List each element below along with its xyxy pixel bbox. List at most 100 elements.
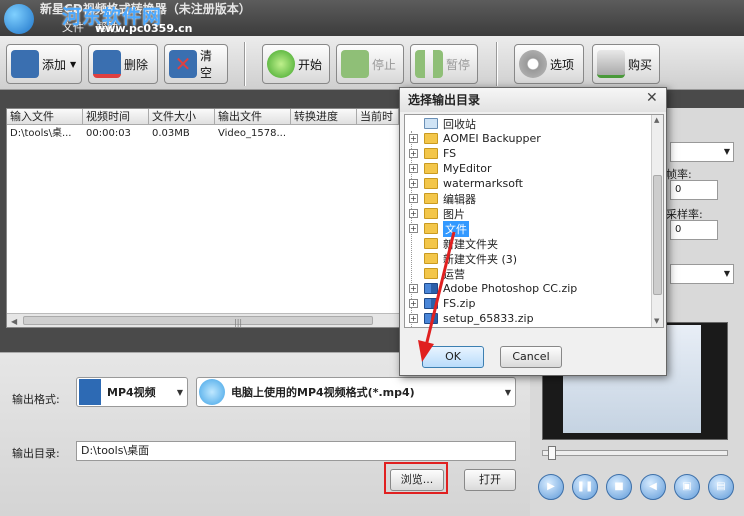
gear-icon [519, 50, 547, 78]
stop-icon[interactable]: ■ [606, 474, 632, 500]
column-input-file[interactable]: 输入文件 [7, 109, 83, 125]
play-icon[interactable]: ▶ [538, 474, 564, 500]
watermark-logo [4, 4, 34, 34]
chevron-down-icon: ▼ [176, 388, 183, 397]
sample-rate-field[interactable]: 0 [670, 220, 718, 240]
file-list[interactable]: 输入文件 视频时间 文件大小 输出文件 转换进度 当前时 D:\tools\桌.… [6, 108, 400, 328]
folder-icon [424, 208, 438, 219]
expand-icon[interactable]: + [409, 194, 418, 203]
column-output-file[interactable]: 输出文件 [215, 109, 291, 125]
seek-slider[interactable] [542, 450, 728, 456]
stop-button[interactable]: 停止 [336, 44, 404, 84]
cancel-button[interactable]: Cancel [500, 346, 562, 368]
cell-output: Video_1578... [218, 128, 287, 139]
format-profile-select[interactable]: 电脑上使用的MP4视频格式(*.mp4) ▼ [196, 377, 516, 407]
expand-icon[interactable]: + [409, 164, 418, 173]
pause-icon[interactable]: ❚❚ [572, 474, 598, 500]
tree-node-label: watermarksoft [443, 177, 523, 190]
recycle-bin-icon [424, 118, 438, 129]
folder-icon [424, 148, 438, 159]
grip-icon: ||| [234, 318, 243, 327]
start-button[interactable]: 开始 [262, 44, 330, 84]
setting-dropdown-2[interactable]: ▼ [670, 264, 734, 284]
pause-label: 暂停 [446, 57, 471, 72]
scrollbar-thumb[interactable]: ||| [23, 316, 373, 327]
tree-node-label: 编辑器 [443, 192, 476, 206]
delete-icon [93, 50, 121, 78]
buy-button[interactable]: 购买 [592, 44, 660, 84]
cell-duration: 00:00:03 [86, 128, 131, 139]
file-list-header: 输入文件 视频时间 文件大小 输出文件 转换进度 当前时 [7, 109, 399, 125]
tree-node[interactable]: + watermarksoft [409, 176, 523, 191]
scrollbar-thumb[interactable] [653, 175, 662, 295]
tree-node[interactable]: 回收站 [409, 116, 476, 131]
profile-icon [199, 379, 225, 405]
expand-icon[interactable]: + [409, 179, 418, 188]
format-select-value: MP4视频 [107, 386, 156, 399]
output-dir-field[interactable]: D:\tools\桌面 [76, 441, 516, 461]
scroll-left-icon[interactable]: ◀ [11, 317, 17, 326]
add-file-icon [11, 50, 39, 78]
tree-node-label: 图片 [443, 207, 465, 221]
expand-icon[interactable]: + [409, 149, 418, 158]
cart-icon [597, 50, 625, 78]
buy-label: 购买 [628, 57, 653, 72]
scroll-down-icon[interactable]: ▼ [654, 317, 659, 325]
format-select[interactable]: MP4视频 ▼ [76, 377, 188, 407]
volume-icon[interactable]: ◀ [640, 474, 666, 500]
clear-icon: ✕ [169, 50, 197, 78]
cell-input: D:\tools\桌... [10, 128, 72, 139]
folder-icon[interactable]: ▤ [708, 474, 734, 500]
horizontal-scrollbar[interactable]: ◀ ||| [7, 313, 399, 327]
dialog-title: 选择输出目录 [400, 88, 666, 112]
scroll-up-icon[interactable]: ▲ [654, 116, 659, 124]
pause-icon [415, 50, 443, 78]
table-row[interactable]: D:\tools\桌... 00:00:03 0.03MB Video_1578… [7, 126, 399, 142]
tree-node[interactable]: + FS [409, 146, 456, 161]
vertical-scrollbar[interactable]: ▲ ▼ [651, 115, 663, 327]
seek-thumb[interactable] [548, 446, 556, 460]
start-label: 开始 [298, 57, 323, 72]
folder-icon [424, 163, 438, 174]
tree-node-label: AOMEI Backupper [443, 132, 541, 145]
clear-button[interactable]: ✕ 清空 [164, 44, 228, 84]
toolbar-divider [496, 42, 498, 86]
column-current[interactable]: 当前时 [357, 109, 399, 125]
chevron-down-icon: ▼ [723, 269, 730, 278]
options-button[interactable]: 选项 [514, 44, 584, 84]
highlight-box [384, 462, 448, 494]
annotation-arrow [418, 231, 456, 362]
film-icon [79, 379, 101, 405]
add-label: 添加 [42, 57, 67, 72]
frame-rate-field[interactable]: 0 [670, 180, 718, 200]
folder-icon [424, 193, 438, 204]
column-progress[interactable]: 转换进度 [291, 109, 357, 125]
pause-button[interactable]: 暂停 [410, 44, 478, 84]
setting-dropdown[interactable]: ▼ [670, 142, 734, 162]
folder-icon [424, 178, 438, 189]
column-duration[interactable]: 视频时间 [83, 109, 149, 125]
tree-node[interactable]: + AOMEI Backupper [409, 131, 541, 146]
toolbar: 添加 ▼ 删除 ✕ 清空 开始 停止 暂停 选项 购买 [0, 36, 744, 90]
chevron-down-icon: ▼ [70, 59, 77, 69]
delete-label: 删除 [124, 57, 149, 72]
snapshot-icon[interactable]: ▣ [674, 474, 700, 500]
output-settings: 输出格式: MP4视频 ▼ 电脑上使用的MP4视频格式(*.mp4) ▼ 输出目… [0, 352, 530, 516]
refresh-icon [267, 50, 295, 78]
stop-icon [341, 50, 369, 78]
delete-button[interactable]: 删除 [88, 44, 158, 84]
close-icon[interactable]: ✕ [646, 90, 658, 106]
expand-icon[interactable]: + [409, 134, 418, 143]
tree-node[interactable]: + 编辑器 [409, 191, 476, 206]
tree-node[interactable]: + MyEditor [409, 161, 492, 176]
add-button[interactable]: 添加 ▼ [6, 44, 82, 84]
expand-icon[interactable]: + [409, 209, 418, 218]
toolbar-divider [244, 42, 246, 86]
tree-node[interactable]: + 图片 [409, 206, 465, 221]
cell-current [357, 126, 399, 142]
open-button[interactable]: 打开 [464, 469, 516, 491]
column-size[interactable]: 文件大小 [149, 109, 215, 125]
clear-label: 清空 [200, 49, 213, 80]
chevron-down-icon: ▼ [504, 388, 511, 397]
format-profile-value: 电脑上使用的MP4视频格式(*.mp4) [231, 386, 415, 399]
